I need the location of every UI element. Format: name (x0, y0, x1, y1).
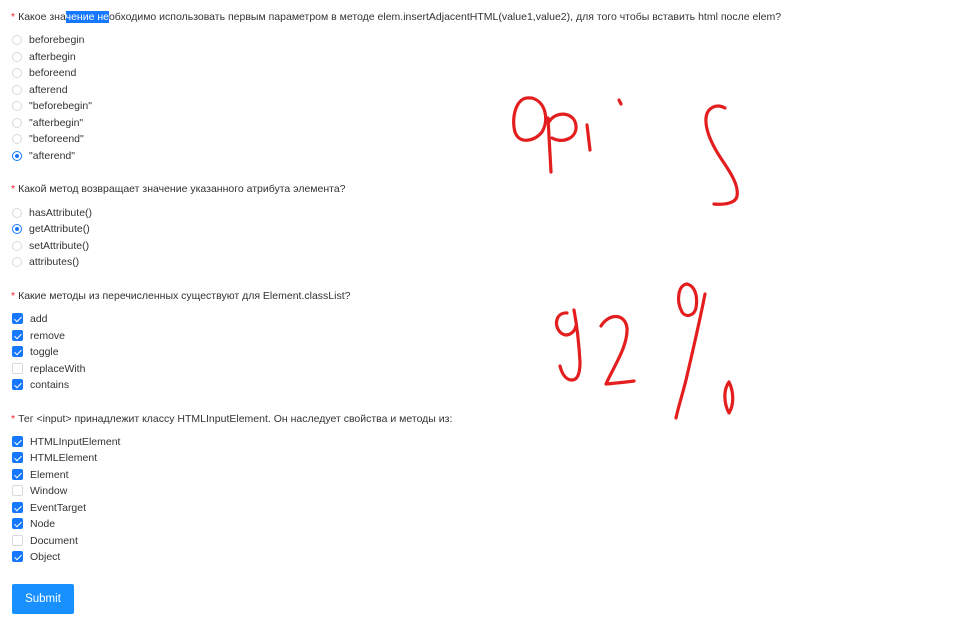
scribble-stroke (554, 311, 578, 337)
scribble-stroke (546, 116, 553, 174)
scribble-stroke (676, 282, 699, 318)
scribble-stroke (617, 98, 623, 106)
scribble-stroke (674, 292, 707, 420)
scribble-stroke (547, 112, 578, 142)
scribble-stroke (585, 123, 592, 152)
scribble-stroke (723, 380, 735, 415)
scribble-stroke (558, 308, 582, 382)
scribble-stroke (599, 314, 636, 386)
handwritten-annotation (512, 96, 739, 420)
scribble-stroke (512, 96, 548, 142)
scribble-stroke (704, 104, 739, 206)
